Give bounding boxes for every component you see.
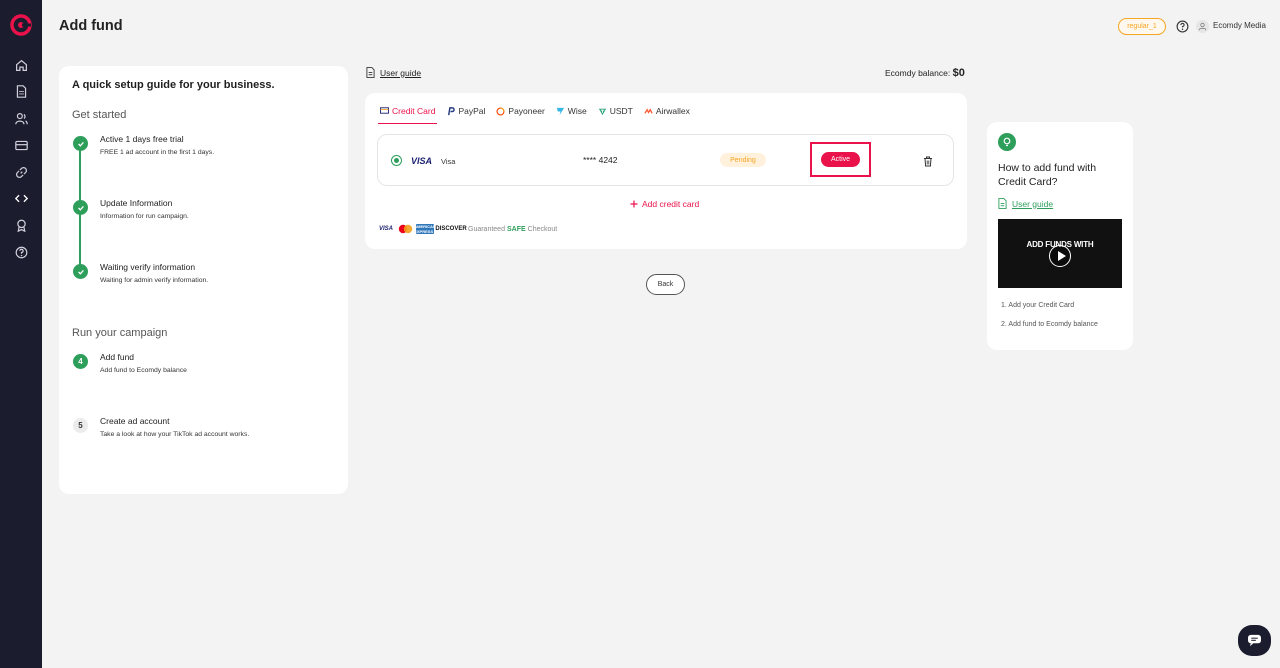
tab-credit-card[interactable]: Credit Card — [378, 102, 438, 124]
step-desc: Add fund to Ecomdy balance — [100, 367, 187, 374]
checkout-text: Checkout — [527, 225, 558, 233]
mastercard-icon — [397, 224, 414, 234]
safe-checkout-banner: VISA AMERICAN EXPRESS DISCOVER Guarantee… — [377, 224, 557, 234]
highlight-box: Active — [810, 142, 871, 177]
tab-paypal[interactable]: PayPal — [444, 102, 487, 120]
get-started-heading: Get started — [72, 109, 127, 121]
step-desc: FREE 1 ad account in the first 1 days. — [100, 149, 215, 156]
payoneer-icon — [496, 106, 505, 116]
question-icon[interactable] — [1176, 20, 1189, 33]
help-user-guide-label[interactable]: User guide — [1012, 199, 1053, 209]
guide-title: A quick setup guide for your business. — [72, 79, 275, 91]
discover-card-icon: DISCOVER — [435, 226, 467, 232]
home-icon[interactable] — [13, 57, 29, 73]
step-check-icon — [73, 136, 88, 151]
tab-label: Payoneer — [508, 106, 545, 116]
page-title: Add fund — [59, 18, 123, 34]
tab-label: PayPal — [458, 106, 486, 116]
balance-label: Ecomdy balance: — [885, 68, 951, 78]
user-guide-link[interactable]: User guide — [366, 67, 421, 78]
step-number: 4 — [73, 354, 88, 369]
credit-card-row[interactable]: VISA Visa **** 4242 Pending Active — [377, 134, 954, 186]
help-user-guide-link[interactable]: User guide — [998, 198, 1053, 209]
safe-text: SAFE — [506, 225, 526, 233]
usdt-icon — [598, 108, 606, 115]
card-brand: Visa — [441, 157, 456, 166]
plan-badge[interactable]: regular_1 — [1118, 18, 1166, 35]
step-desc: Information for run campaign. — [100, 213, 189, 220]
add-credit-card-button[interactable]: Add credit card — [630, 199, 699, 209]
step-title: Add fund — [100, 352, 135, 362]
payment-method-card: Credit Card PayPal Payoneer Wise USDT Ai… — [365, 93, 967, 249]
user-guide-label[interactable]: User guide — [380, 68, 421, 78]
card-radio[interactable] — [391, 155, 402, 166]
wise-icon — [556, 107, 564, 115]
status-badge: Pending — [720, 153, 766, 167]
visa-card-icon: VISA — [378, 226, 393, 232]
tab-label: USDT — [609, 106, 633, 116]
active-button[interactable]: Active — [821, 152, 860, 167]
play-icon[interactable] — [1049, 245, 1071, 267]
help-step: 1. Add your Credit Card — [1001, 302, 1075, 309]
tab-usdt[interactable]: USDT — [596, 102, 635, 120]
guaranteed-text: Guaranteed — [468, 225, 505, 233]
payment-tabs: Credit Card PayPal Payoneer Wise USDT Ai… — [378, 102, 692, 124]
code-icon[interactable] — [13, 190, 29, 206]
user-name[interactable]: Ecomdy Media — [1213, 21, 1266, 30]
step-desc: Take a look at how your TikTok ad accoun… — [100, 431, 250, 438]
document-icon[interactable] — [13, 83, 29, 99]
card-number: **** 4242 — [583, 155, 618, 165]
tab-wise[interactable]: Wise — [554, 102, 589, 120]
link-icon[interactable] — [13, 164, 29, 180]
chat-icon[interactable] — [1238, 625, 1271, 656]
credit-card-icon — [380, 107, 389, 114]
users-icon[interactable] — [13, 110, 29, 126]
tab-label: Wise — [567, 106, 587, 116]
document-icon — [998, 198, 1007, 209]
lightbulb-icon — [998, 133, 1016, 151]
paypal-icon — [448, 106, 456, 115]
step-desc: Waiting for admin verify information. — [100, 277, 209, 284]
ecomdy-logo[interactable] — [10, 14, 32, 36]
visa-logo: VISA — [411, 156, 433, 166]
card-icon[interactable] — [13, 137, 29, 153]
airwallex-icon — [644, 107, 653, 114]
help-icon[interactable] — [13, 244, 29, 260]
step-number: 5 — [73, 418, 88, 433]
back-button[interactable]: Back — [646, 274, 685, 295]
step-title: Active 1 days free trial — [100, 134, 184, 144]
add-credit-card-label: Add credit card — [642, 199, 700, 209]
award-icon[interactable] — [13, 217, 29, 233]
help-step: 2. Add fund to Ecomdy balance — [1001, 321, 1098, 328]
run-campaign-heading: Run your campaign — [72, 327, 168, 339]
plus-icon — [630, 200, 638, 208]
help-card: How to add fund with Credit Card? User g… — [987, 122, 1133, 350]
sidebar — [0, 0, 42, 668]
tutorial-video[interactable]: ADD FUNDS WITH — [998, 219, 1122, 288]
tab-airwallex[interactable]: Airwallex — [642, 102, 692, 120]
tab-label: Credit Card — [392, 105, 436, 116]
tab-payoneer[interactable]: Payoneer — [494, 102, 546, 120]
balance-value: $0 — [952, 67, 965, 79]
step-title: Update Information — [100, 198, 173, 208]
avatar[interactable] — [1196, 20, 1209, 33]
help-title: How to add fund with Credit Card? — [998, 162, 1097, 188]
step-title: Create ad account — [100, 416, 170, 426]
step-check-icon — [73, 264, 88, 279]
step-title: Waiting verify information — [100, 262, 196, 272]
step-check-icon — [73, 200, 88, 215]
setup-guide-card: A quick setup guide for your business. G… — [59, 66, 348, 494]
tab-label: Airwallex — [655, 106, 690, 116]
trash-icon[interactable] — [923, 154, 934, 167]
balance: Ecomdy balance: $0 — [885, 67, 965, 79]
amex-card-icon: AMERICAN EXPRESS — [414, 224, 436, 234]
document-icon — [366, 67, 375, 78]
